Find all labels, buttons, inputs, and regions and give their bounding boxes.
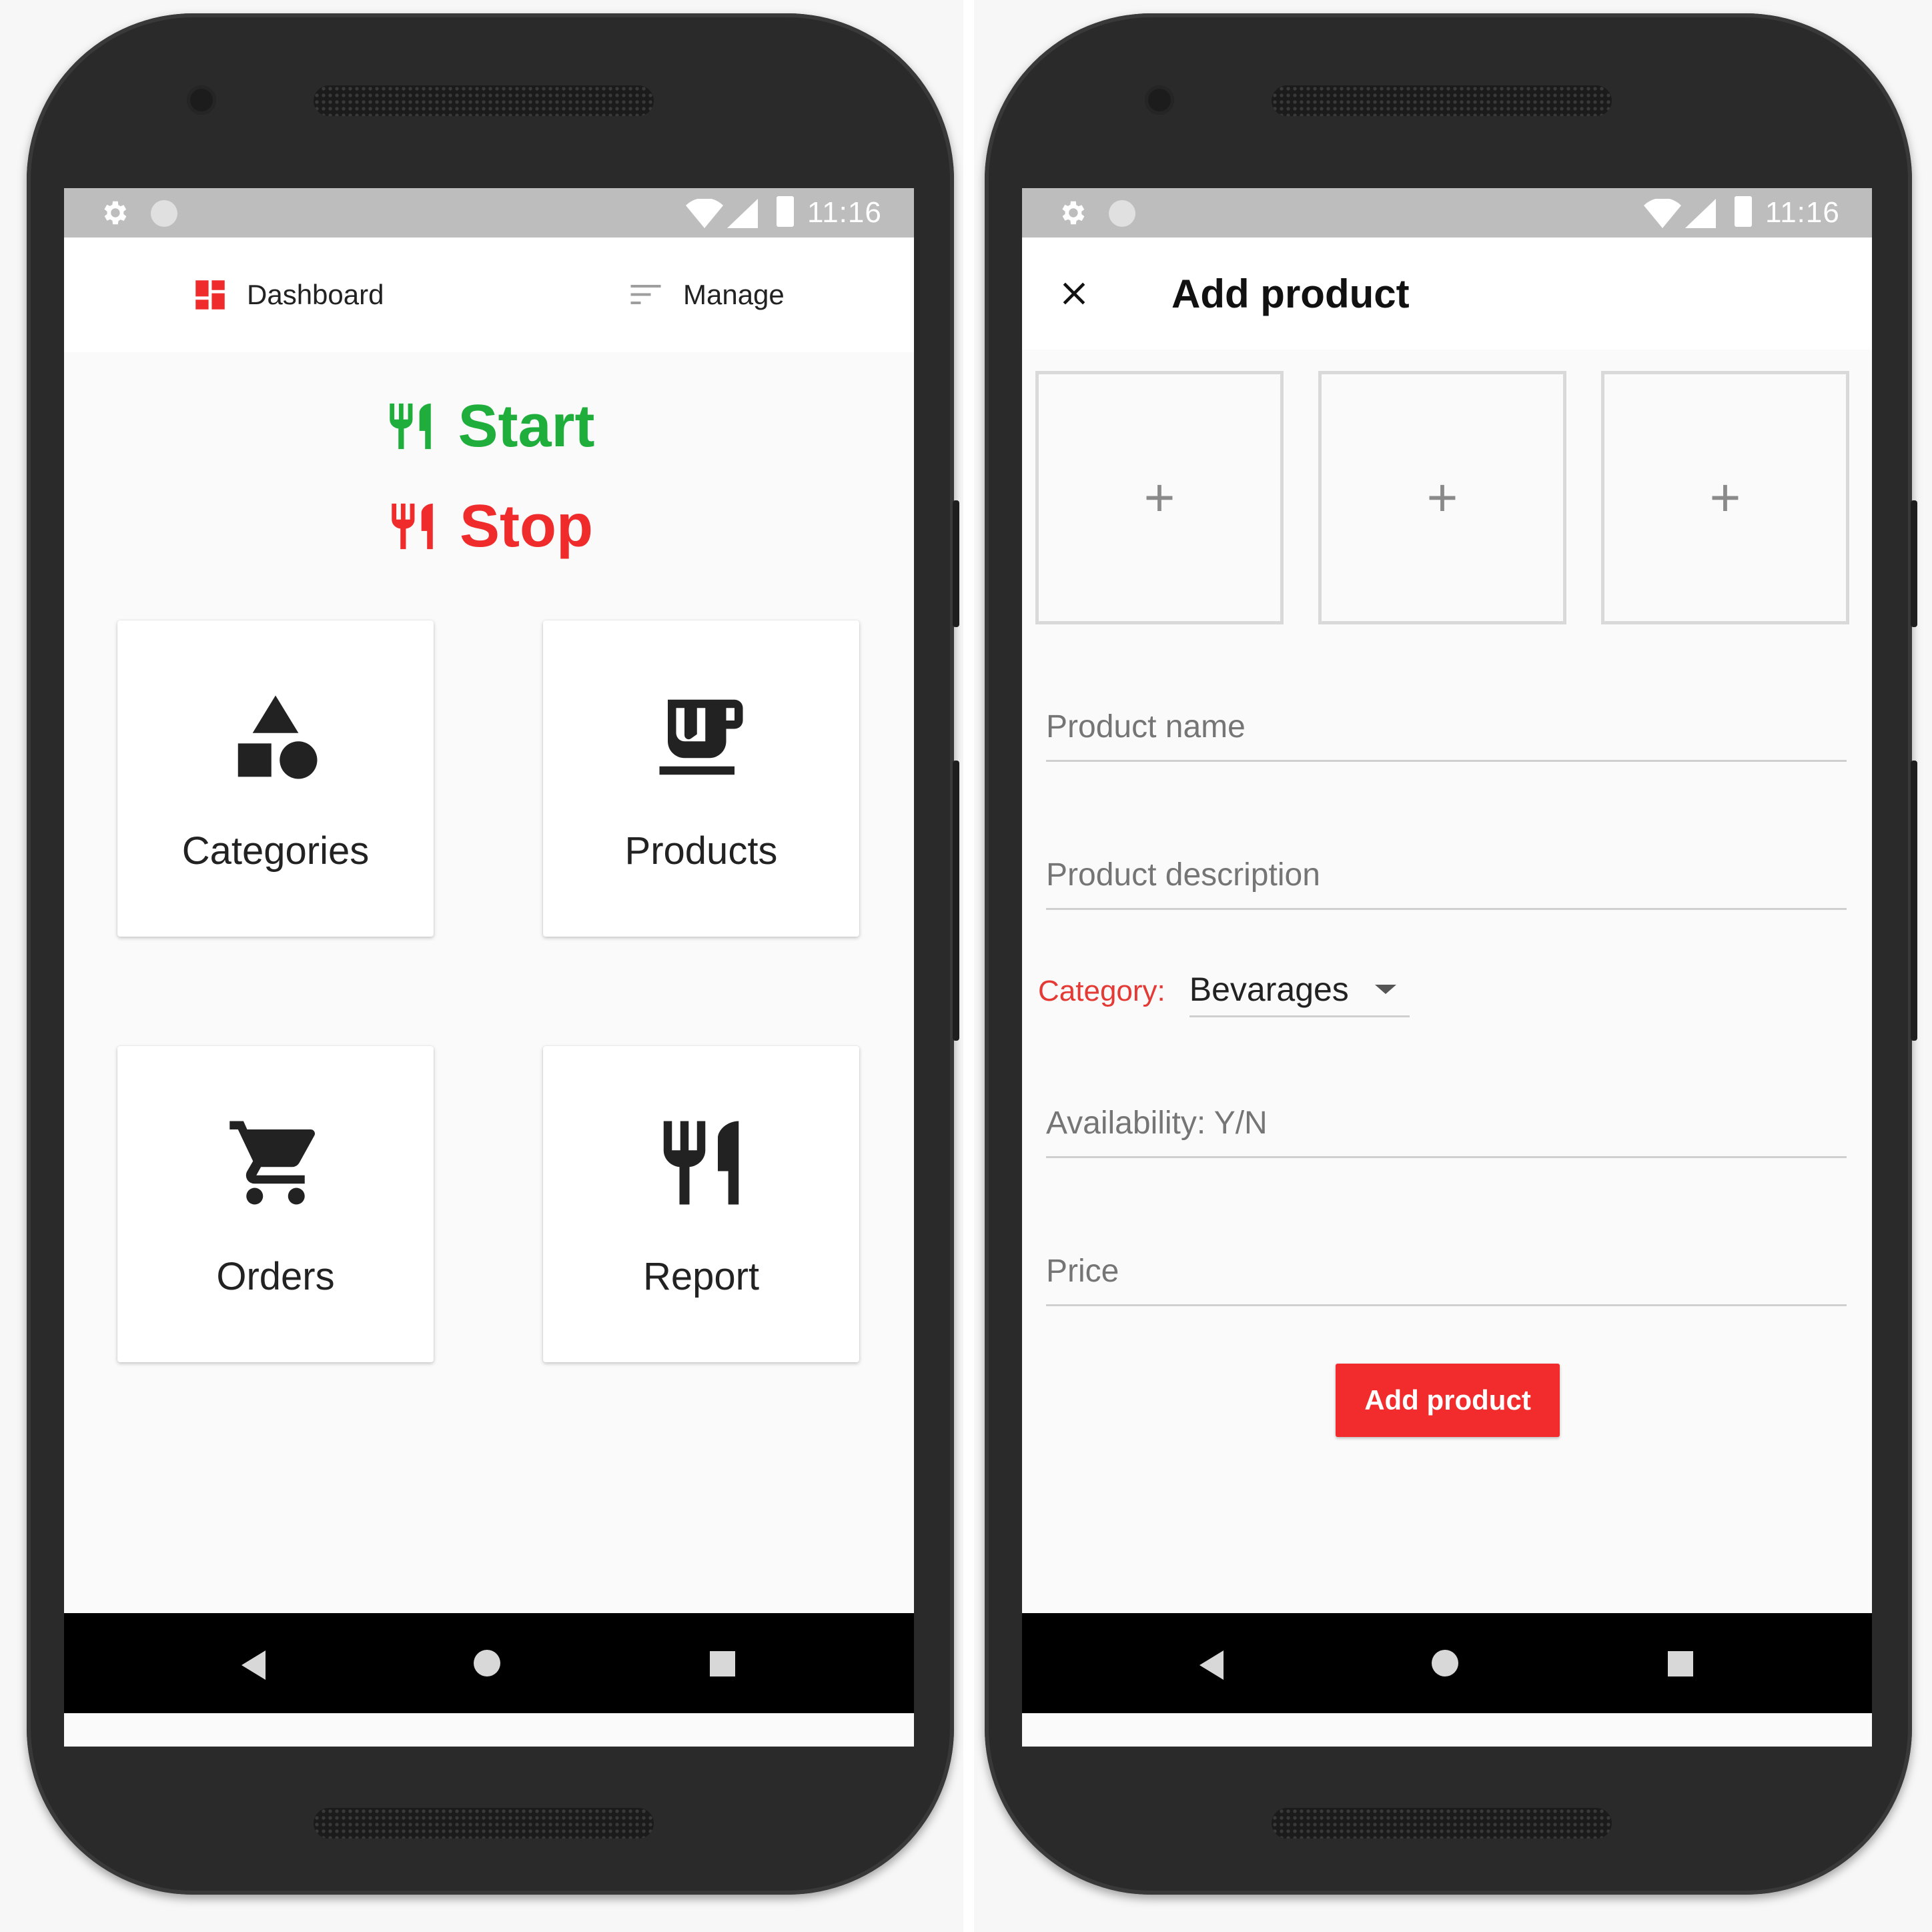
power-button bbox=[1911, 761, 1917, 1041]
report-card-label: Report bbox=[642, 1255, 760, 1298]
products-card-label: Products bbox=[624, 829, 778, 873]
wifi-icon bbox=[686, 199, 723, 228]
availability-input[interactable] bbox=[1046, 1105, 1847, 1158]
front-camera bbox=[187, 85, 216, 115]
add-product-button[interactable]: Add product bbox=[1336, 1364, 1560, 1437]
bottom-speaker bbox=[1272, 1808, 1612, 1839]
dashboard-icon bbox=[195, 280, 225, 310]
orders-card-label: Orders bbox=[216, 1255, 335, 1298]
battery-icon bbox=[777, 196, 794, 227]
front-camera bbox=[1145, 85, 1174, 115]
page-title: Add product bbox=[1171, 272, 1410, 316]
notification-dot-icon bbox=[151, 200, 177, 227]
add-image-icon: + bbox=[1143, 468, 1175, 527]
system-nav-bar bbox=[64, 1613, 914, 1713]
stop-label: Stop bbox=[460, 492, 593, 560]
sort-icon bbox=[630, 285, 661, 304]
top-tab-bar: Dashboard Manage bbox=[64, 237, 914, 352]
product-name-input[interactable] bbox=[1046, 708, 1847, 762]
orders-card[interactable]: Orders bbox=[117, 1046, 434, 1362]
category-selected-value: Bevarages bbox=[1189, 971, 1349, 1008]
tab-manage-label: Manage bbox=[683, 279, 785, 310]
price-input[interactable] bbox=[1046, 1253, 1847, 1306]
add-product-screen: 11:16 Add product + + + Category: Bevara… bbox=[1022, 188, 1872, 1747]
shopping-cart-icon bbox=[229, 1121, 315, 1205]
tab-manage[interactable]: Manage bbox=[626, 237, 785, 352]
volume-button bbox=[1911, 500, 1917, 627]
category-select[interactable]: Bevarages bbox=[1189, 970, 1410, 1017]
notification-dot-icon bbox=[1109, 200, 1135, 227]
category-row: Category: Bevarages bbox=[1038, 970, 1410, 1017]
dropdown-arrow-icon bbox=[1374, 985, 1396, 994]
status-time: 11:16 bbox=[807, 196, 882, 229]
volume-button bbox=[953, 500, 959, 627]
tab-dashboard-label: Dashboard bbox=[247, 279, 384, 310]
status-bar: 11:16 bbox=[1022, 188, 1872, 237]
restaurant-icon bbox=[663, 1121, 739, 1205]
price-field bbox=[1046, 1253, 1847, 1306]
add-image-icon: + bbox=[1426, 468, 1458, 527]
restaurant-start-icon bbox=[390, 403, 432, 450]
home-icon[interactable] bbox=[1432, 1650, 1458, 1676]
image-slot-1[interactable]: + bbox=[1035, 371, 1284, 624]
battery-icon bbox=[1735, 196, 1752, 227]
power-button bbox=[953, 761, 959, 1041]
product-name-field bbox=[1046, 708, 1847, 762]
app-bar: Add product bbox=[1022, 237, 1872, 350]
top-speaker bbox=[314, 85, 654, 116]
coffee-cup-icon bbox=[659, 699, 743, 775]
recent-apps-icon[interactable] bbox=[1668, 1651, 1693, 1676]
dashboard-screen: 11:16 Dashboard Manage Start Stop Catego… bbox=[64, 188, 914, 1747]
restaurant-stop-icon bbox=[392, 503, 433, 550]
report-card[interactable]: Report bbox=[543, 1046, 859, 1362]
top-speaker bbox=[1272, 85, 1612, 116]
start-label: Start bbox=[458, 392, 595, 460]
close-icon[interactable] bbox=[1055, 275, 1093, 312]
tab-dashboard[interactable]: Dashboard bbox=[191, 237, 384, 352]
category-shapes-icon bbox=[237, 695, 318, 779]
add-image-icon: + bbox=[1709, 468, 1741, 527]
category-label: Category: bbox=[1038, 975, 1165, 1007]
back-icon[interactable] bbox=[242, 1650, 266, 1680]
settings-gear-icon bbox=[104, 201, 127, 225]
products-card[interactable]: Products bbox=[543, 620, 859, 937]
home-icon[interactable] bbox=[474, 1650, 500, 1676]
back-icon[interactable] bbox=[1199, 1650, 1224, 1680]
stop-button[interactable]: Stop bbox=[64, 476, 914, 576]
status-time: 11:16 bbox=[1765, 196, 1840, 229]
categories-card-label: Categories bbox=[181, 829, 370, 873]
bottom-speaker bbox=[314, 1808, 654, 1839]
availability-field bbox=[1046, 1105, 1847, 1158]
signal-icon bbox=[1685, 199, 1716, 228]
image-slot-2[interactable]: + bbox=[1318, 371, 1566, 624]
start-stop-controls: Start Stop bbox=[64, 376, 914, 576]
categories-card[interactable]: Categories bbox=[117, 620, 434, 937]
phone-add-product: 11:16 Add product + + + Category: Bevara… bbox=[985, 13, 1917, 1895]
recent-apps-icon[interactable] bbox=[710, 1651, 735, 1676]
image-slot-3[interactable]: + bbox=[1601, 371, 1849, 624]
settings-gear-icon bbox=[1062, 201, 1085, 225]
status-bar: 11:16 bbox=[64, 188, 914, 237]
phone-dashboard: 11:16 Dashboard Manage Start Stop Catego… bbox=[27, 13, 959, 1895]
product-description-input[interactable] bbox=[1046, 857, 1847, 910]
product-description-field bbox=[1046, 857, 1847, 910]
start-button[interactable]: Start bbox=[64, 376, 914, 476]
wifi-icon bbox=[1644, 199, 1681, 228]
system-nav-bar bbox=[1022, 1613, 1872, 1713]
signal-icon bbox=[727, 199, 758, 228]
